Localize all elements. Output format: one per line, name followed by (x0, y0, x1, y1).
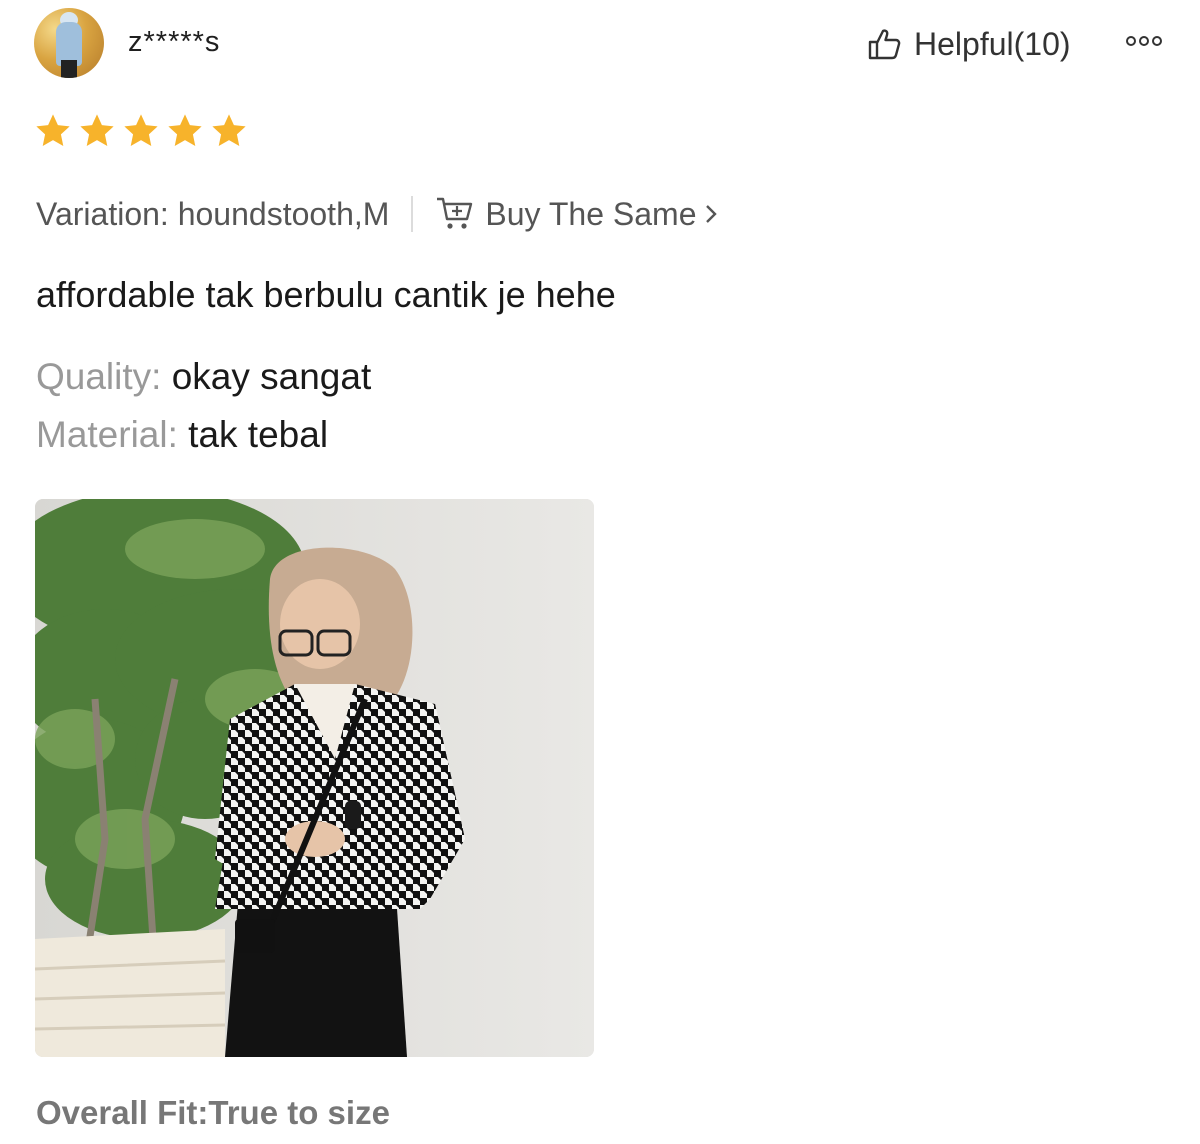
star-icon (168, 114, 202, 147)
more-dot (1152, 36, 1162, 46)
review-comment: affordable tak berbulu cantik je hehe (36, 274, 616, 315)
more-dot (1139, 36, 1149, 46)
quality-attribute: Quality: okay sangat (36, 356, 371, 398)
material-attribute: Material: tak tebal (36, 414, 328, 456)
variation-row: Variation: houndstooth,M Buy The Same (36, 192, 720, 236)
star-icon (36, 114, 70, 147)
reviewer-avatar[interactable] (34, 8, 104, 78)
attribute-key: Material: (36, 414, 178, 455)
divider (411, 196, 414, 232)
attribute-value: okay sangat (171, 356, 372, 397)
attribute-value: tak tebal (188, 414, 329, 455)
star-rating (34, 112, 248, 150)
star-icon (80, 114, 114, 147)
more-options-icon[interactable] (1126, 36, 1162, 46)
star-icon (212, 114, 246, 147)
buy-the-same-button[interactable]: Buy The Same (435, 195, 720, 233)
reviewer-username: z*****s (128, 26, 221, 58)
thumbs-up-icon (868, 29, 901, 60)
chevron-right-icon (706, 205, 718, 223)
review-photo-image (35, 499, 594, 1057)
attribute-key: Quality: (36, 356, 162, 397)
helpful-count-label: Helpful(10) (914, 25, 1071, 62)
variation-text: Variation: houndstooth,M (36, 195, 390, 232)
cart-icon (437, 197, 473, 229)
overall-fit: Overall Fit:True to size (36, 1094, 390, 1131)
review-photo[interactable] (35, 499, 594, 1057)
buy-the-same-label: Buy The Same (485, 195, 697, 232)
more-dot (1126, 36, 1136, 46)
star-icon (124, 114, 158, 147)
avatar-figure-legs (61, 60, 77, 78)
helpful-button[interactable]: Helpful(10) (866, 24, 1071, 64)
